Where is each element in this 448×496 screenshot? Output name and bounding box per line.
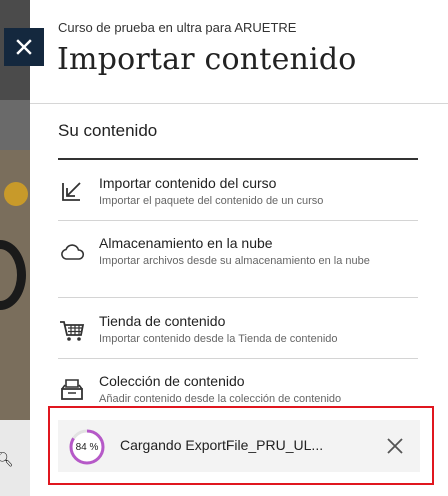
background-image-dot (4, 182, 28, 206)
background-nav (0, 100, 30, 150)
option-label: Almacenamiento en la nube (99, 235, 273, 251)
page-title: Importar contenido (57, 42, 357, 77)
divider (58, 220, 418, 221)
close-icon (387, 438, 403, 454)
tray-icon (61, 379, 83, 400)
option-label: Tienda de contenido (99, 313, 226, 329)
cart-icon (60, 321, 85, 341)
content-collection-option[interactable]: Colección de contenido Añadir contenido … (58, 372, 418, 406)
upload-status: 84 % Cargando ExportFile_PRU_UL... (58, 420, 420, 472)
option-description: Añadir contenido desde la colección de c… (99, 393, 342, 405)
option-description: Importar el paquete del contenido de un … (99, 195, 324, 207)
import-content-panel: Curso de prueba en ultra para ARUETRE Im… (30, 0, 448, 496)
upload-status-highlight: 84 % Cargando ExportFile_PRU_UL... (48, 406, 434, 485)
upload-progress-label: 84 % (75, 441, 99, 453)
cancel-upload-button[interactable] (384, 435, 406, 457)
divider (58, 297, 418, 298)
import-course-content-option[interactable]: Importar contenido del curso Importar el… (58, 174, 418, 221)
close-icon (16, 39, 32, 55)
option-description: Importar archivos desde su almacenamient… (99, 255, 370, 267)
search-icon: 🔍︎ (0, 452, 14, 468)
cloud-storage-option[interactable]: Almacenamiento en la nube Importar archi… (58, 234, 418, 298)
section-divider (58, 158, 418, 160)
import-arrow-icon (62, 182, 81, 201)
close-panel-button[interactable] (4, 28, 44, 66)
upload-file-text: Cargando ExportFile_PRU_UL... (120, 437, 324, 453)
panel-header: Curso de prueba en ultra para ARUETRE Im… (30, 0, 448, 104)
option-description: Importar contenido desde la Tienda de co… (99, 333, 338, 345)
course-name: Curso de prueba en ultra para ARUETRE (58, 20, 297, 35)
divider (58, 358, 418, 359)
cloud-icon (61, 244, 85, 260)
background-page: 🔍︎ (0, 0, 30, 496)
section-title: Su contenido (58, 121, 158, 140)
option-label: Colección de contenido (99, 373, 245, 389)
option-label: Importar contenido del curso (99, 175, 277, 191)
content-store-option[interactable]: Tienda de contenido Importar contenido d… (58, 312, 418, 359)
